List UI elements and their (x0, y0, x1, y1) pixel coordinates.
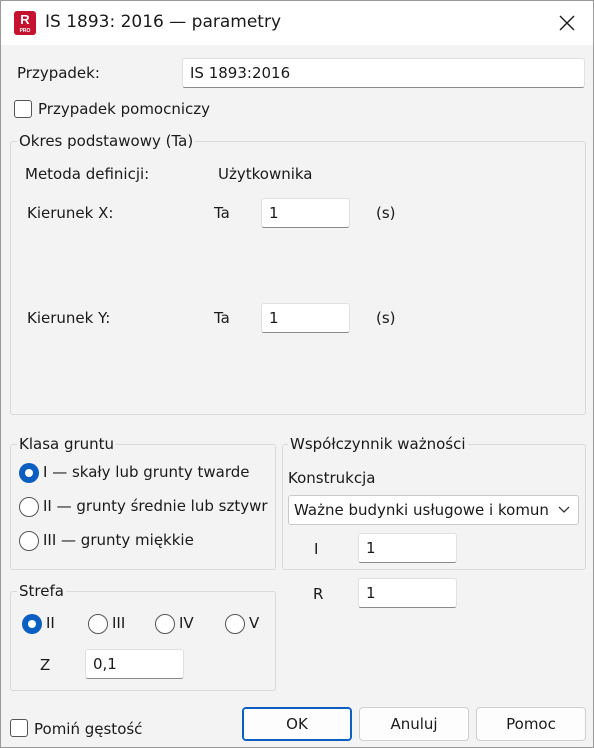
importance-r-input[interactable]: 1 (358, 578, 457, 608)
app-icon-badge: PRO (19, 28, 31, 34)
zone-iii-label: III (112, 614, 126, 632)
direction-x-label: Kierunek X: (27, 204, 114, 222)
direction-y-symbol: Ta (214, 309, 230, 327)
skip-density-checkbox[interactable] (10, 719, 28, 737)
direction-y-input[interactable]: 1 (261, 303, 350, 333)
zone-ii-radio[interactable] (22, 614, 42, 634)
method-label: Metoda definicji: (25, 165, 150, 183)
soil-class-i-label: I — skały lub grunty twarde (43, 463, 250, 481)
soil-class-iii-label: III — grunty miękkie (43, 531, 194, 549)
zone-z-input[interactable]: 0,1 (85, 649, 184, 679)
zone-ii-label: II (46, 614, 55, 632)
close-icon (559, 15, 575, 31)
skip-density-label: Pomiń gęstość (34, 720, 143, 738)
importance-i-input[interactable]: 1 (358, 533, 457, 563)
app-icon: R PRO (14, 11, 36, 35)
soil-class-group-title: Klasa gruntu (17, 435, 117, 453)
construction-select-value: Ważne budynki usługowe i komunalne (294, 501, 550, 519)
auxiliary-case-label: Przypadek pomocniczy (38, 100, 211, 118)
dialog-window: R PRO IS 1893: 2016 — parametry Przypade… (0, 0, 594, 748)
auxiliary-case-checkbox[interactable] (14, 100, 32, 118)
base-period-group-title: Okres podstawowy (Ta) (17, 132, 196, 150)
construction-select[interactable]: Ważne budynki usługowe i komunalne (288, 495, 579, 525)
soil-class-i-radio[interactable] (19, 463, 39, 483)
title-bar: R PRO IS 1893: 2016 — parametry (1, 1, 593, 45)
soil-class-ii-radio[interactable] (19, 497, 39, 517)
case-input[interactable]: IS 1893:2016 (182, 58, 585, 88)
direction-x-symbol: Ta (214, 204, 230, 222)
direction-y-label: Kierunek Y: (27, 309, 111, 327)
help-button[interactable]: Pomoc (476, 707, 586, 741)
importance-r-label: R (313, 585, 324, 603)
window-title: IS 1893: 2016 — parametry (45, 12, 282, 32)
direction-x-input[interactable]: 1 (261, 198, 350, 228)
direction-y-unit: (s) (376, 309, 396, 327)
zone-iv-label: IV (179, 614, 194, 632)
zone-z-label: Z (40, 656, 51, 674)
app-icon-letter: R (20, 12, 30, 27)
zone-group-title: Strefa (17, 582, 66, 600)
soil-class-ii-label: II — grunty średnie lub sztywr (43, 497, 268, 515)
chevron-down-icon (558, 506, 570, 513)
ok-button[interactable]: OK (242, 707, 352, 741)
construction-label: Konstrukcja (288, 469, 376, 487)
direction-x-unit: (s) (376, 204, 396, 222)
cancel-button[interactable]: Anuluj (359, 707, 469, 741)
importance-factor-group-title: Współczynnik ważności (288, 435, 468, 453)
zone-v-label: V (249, 614, 260, 632)
close-button[interactable] (547, 5, 587, 41)
importance-i-label: I (314, 540, 319, 558)
soil-class-iii-radio[interactable] (19, 531, 39, 551)
zone-iii-radio[interactable] (88, 614, 108, 634)
zone-v-radio[interactable] (225, 614, 245, 634)
case-label: Przypadek: (17, 64, 100, 82)
method-value: Użytkownika (218, 165, 313, 183)
zone-iv-radio[interactable] (155, 614, 175, 634)
